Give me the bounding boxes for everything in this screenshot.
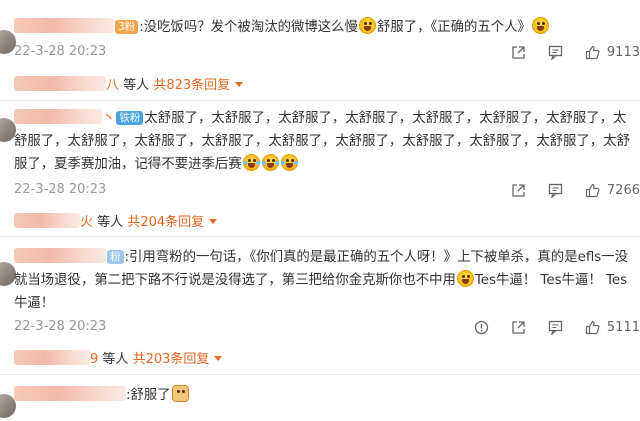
laughing-emoji-icon [280,154,298,171]
like-count: 5111 [606,319,640,335]
chevron-down-icon[interactable] [235,82,244,87]
view-replies-link[interactable]: 共823条回复 [153,78,230,93]
reply-summary[interactable]: 八 等人 共823条回复 [14,74,244,93]
comment-date: 22-3-28 20:23 [14,182,107,197]
dog-emoji-icon [171,385,189,402]
thumbs-up-icon[interactable] [585,320,600,335]
laughing-emoji-icon [261,154,279,171]
chevron-down-icon[interactable] [209,219,218,224]
fan-badge: 3粉 [115,20,139,34]
shocked-emoji-icon [531,17,549,34]
comment-text: 3粉:没吃饭吗？发个被淘汰的微博这么慢 舒服了，《正确的五个人》 [14,16,634,39]
username-redacted[interactable] [14,386,126,401]
thumbs-up-icon[interactable] [585,183,600,198]
username-redacted[interactable] [14,18,114,33]
share-icon[interactable] [511,45,526,60]
view-replies-link[interactable]: 共203条回复 [133,352,210,367]
reply-summary[interactable]: 火 等人 共204条回复 [14,211,218,230]
comment-date: 22-3-28 20:23 [14,44,107,59]
iron-fan-badge: 铁粉 [116,111,144,125]
share-icon[interactable] [511,320,526,335]
comment-text: :舒服了 [14,384,634,407]
view-replies-link[interactable]: 共204条回复 [127,215,204,230]
divider [0,236,640,237]
comment-text: 粉:引用弯粉的一句话，《你们真的是最正确的五个人呀！》上下被单杀，真的是efls… [14,248,629,311]
username-redacted[interactable] [14,248,106,263]
comment-icon[interactable] [548,45,563,60]
chevron-down-icon[interactable] [214,356,223,361]
replier-redacted [14,350,90,365]
like-count: 7266 [606,182,640,198]
comment-actions: 9113 [489,42,640,62]
share-icon[interactable] [511,183,526,198]
replier-redacted [14,76,106,91]
replier-redacted [14,213,80,228]
divider [0,374,640,375]
comment-actions: 5111 [452,317,640,337]
laughing-emoji-icon [242,154,260,171]
thumbs-up-icon[interactable] [585,45,600,60]
divider [0,100,640,101]
comment-icon[interactable] [548,183,563,198]
like-count: 9113 [606,44,640,60]
username-redacted[interactable] [14,109,102,124]
report-icon[interactable] [474,320,489,335]
comment-actions: 7266 [489,180,640,200]
comment-icon[interactable] [548,320,563,335]
shocked-emoji-icon [358,17,376,34]
comment-date: 22-3-28 20:23 [14,319,107,334]
fan-badge: 粉 [107,250,124,264]
shocked-emoji-icon [456,270,474,287]
reply-summary[interactable]: 9 等人 共203条回复 [14,348,223,367]
comment-text: 丶铁粉 太舒服了，太舒服了，太舒服了，太舒服了，太舒服了，太舒服了，太舒服了，太舒… [14,109,630,172]
